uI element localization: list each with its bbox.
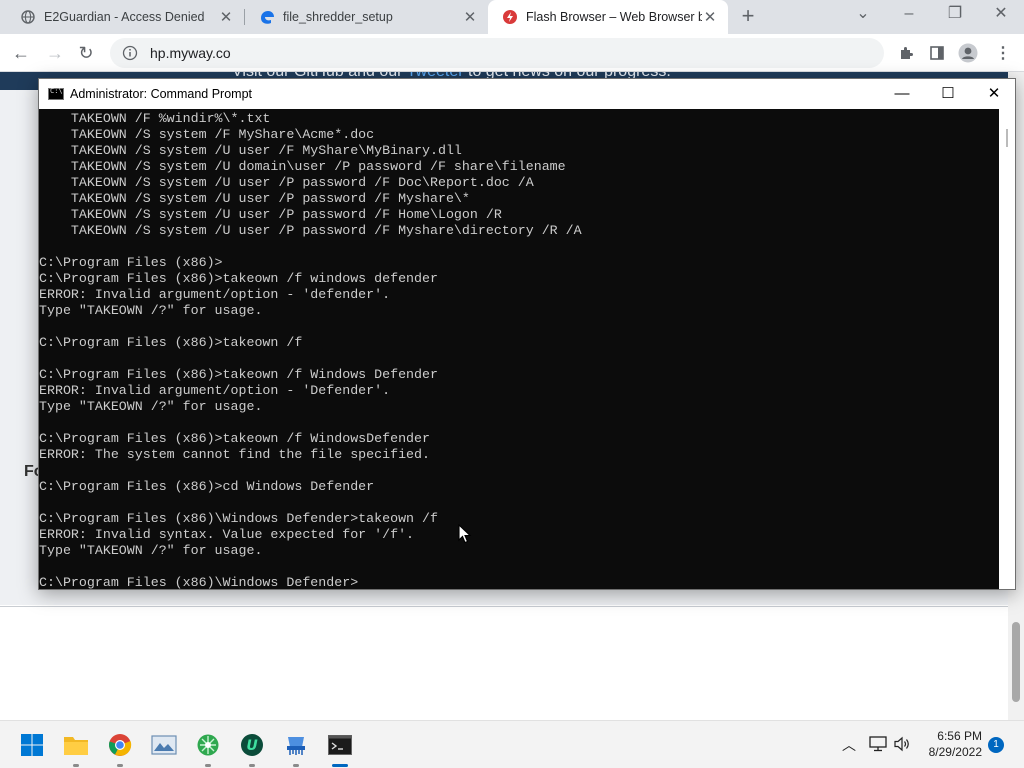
edge-icon bbox=[259, 9, 275, 25]
running-indicator bbox=[249, 764, 255, 767]
u-app-icon[interactable]: U bbox=[238, 731, 266, 767]
console-line: ERROR: Invalid syntax. Value expected fo… bbox=[39, 527, 415, 542]
console-line: ERROR: The system cannot find the file s… bbox=[39, 447, 430, 462]
console-line: C:\Program Files (x86)>takeown /f window… bbox=[39, 271, 438, 286]
volume-icon[interactable] bbox=[893, 736, 911, 755]
show-hidden-icons-chevron-icon[interactable]: ︿ bbox=[842, 735, 856, 755]
console-line: TAKEOWN /S system /U domain\user /P pass… bbox=[39, 159, 566, 174]
network-icon[interactable] bbox=[869, 736, 887, 755]
minimize-icon[interactable]: – bbox=[886, 0, 932, 30]
tab-flash-browser[interactable]: Flash Browser – Web Browser bu ✕ bbox=[488, 0, 728, 34]
console-line: TAKEOWN /S system /U user /P password /F… bbox=[39, 207, 502, 222]
svg-text:U: U bbox=[246, 738, 258, 754]
new-tab-button[interactable]: + bbox=[737, 5, 759, 27]
console-line: TAKEOWN /S system /U user /P password /F… bbox=[39, 191, 470, 206]
console-line: TAKEOWN /S system /U user /F MyShare\MyB… bbox=[39, 143, 462, 158]
network-tool-icon[interactable] bbox=[194, 731, 222, 767]
cmd-maximize-icon[interactable]: ☐ bbox=[925, 79, 971, 109]
cmd-window-title: Administrator: Command Prompt bbox=[70, 87, 253, 101]
browser-toolbar: ← → ↻ hp.myway.co ⋮ bbox=[0, 34, 1024, 72]
console-line: C:\Program Files (x86)>takeown /f bbox=[39, 335, 303, 350]
cmd-close-icon[interactable]: ✕ bbox=[971, 79, 1017, 109]
side-panel-icon[interactable] bbox=[926, 42, 948, 64]
page-scrollbar-thumb[interactable] bbox=[1012, 622, 1020, 702]
page-divider bbox=[0, 606, 1008, 607]
console-line: TAKEOWN /S system /F MyShare\Acme*.doc bbox=[39, 127, 375, 142]
console-line: C:\Program Files (x86)\Windows Defender>… bbox=[39, 511, 438, 526]
browser-menu-icon[interactable]: ⋮ bbox=[992, 42, 1014, 64]
command-prompt-icon bbox=[48, 87, 64, 100]
console-line: C:\Program Files (x86)> bbox=[39, 255, 223, 270]
tab-e2guardian[interactable]: E2Guardian - Access Denied ✕ bbox=[0, 0, 244, 34]
flash-icon bbox=[502, 9, 518, 25]
console-line: Type "TAKEOWN /?" for usage. bbox=[39, 303, 263, 318]
chrome-icon[interactable] bbox=[106, 731, 134, 767]
cmd-minimize-icon[interactable]: — bbox=[879, 79, 925, 109]
console-line: C:\Program Files (x86)\Windows Defender> bbox=[39, 575, 359, 589]
mouse-pointer-icon bbox=[458, 523, 472, 544]
profile-avatar-icon[interactable] bbox=[957, 42, 979, 64]
browser-tab-strip: E2Guardian - Access Denied ✕ file_shredd… bbox=[0, 0, 1024, 34]
console-line: TAKEOWN /F %windir%\*.txt bbox=[39, 111, 271, 126]
running-indicator bbox=[293, 764, 299, 767]
clock-date: 8/29/2022 bbox=[928, 745, 982, 759]
start-icon[interactable] bbox=[18, 731, 46, 759]
console-line: ERROR: Invalid argument/option - 'defend… bbox=[39, 287, 391, 302]
system-clock[interactable]: 6:56 PM 8/29/2022 bbox=[912, 728, 982, 760]
close-tab-icon[interactable]: ✕ bbox=[702, 8, 718, 26]
console-line: C:\Program Files (x86)>takeown /f Window… bbox=[39, 431, 430, 446]
console-line: Type "TAKEOWN /?" for usage. bbox=[39, 543, 263, 558]
tab-label: Flash Browser – Web Browser bu bbox=[526, 10, 702, 24]
taskbar: U ︿ 6:56 PM 8/29/2022 1 bbox=[0, 720, 1024, 768]
close-window-icon[interactable]: ✕ bbox=[978, 0, 1024, 30]
reload-button[interactable]: ↻ bbox=[73, 40, 99, 66]
command-prompt-window[interactable]: Administrator: Command Prompt — ☐ ✕ TAKE… bbox=[38, 78, 1016, 590]
console-scrollbar-thumb[interactable] bbox=[1006, 129, 1008, 147]
restore-icon[interactable]: ❐ bbox=[932, 0, 978, 30]
active-indicator bbox=[332, 764, 348, 767]
photos-icon[interactable] bbox=[150, 731, 178, 759]
running-indicator bbox=[73, 764, 79, 767]
running-indicator bbox=[117, 764, 123, 767]
console-line: TAKEOWN /S system /U user /P password /F… bbox=[39, 175, 534, 190]
url-text: hp.myway.co bbox=[150, 45, 231, 61]
console-line: ERROR: Invalid argument/option - 'Defend… bbox=[39, 383, 391, 398]
console-line: TAKEOWN /S system /U user /P password /F… bbox=[39, 223, 582, 238]
console-line: Type "TAKEOWN /?" for usage. bbox=[39, 399, 263, 414]
file-explorer-icon[interactable] bbox=[62, 731, 90, 767]
tab-label: E2Guardian - Access Denied bbox=[44, 10, 205, 24]
running-indicator bbox=[205, 764, 211, 767]
tab-file-shredder-setup[interactable]: file_shredder_setup ✕ bbox=[245, 0, 488, 34]
close-tab-icon[interactable]: ✕ bbox=[218, 8, 234, 26]
clock-time: 6:56 PM bbox=[937, 729, 982, 743]
console-line: C:\Program Files (x86)>cd Windows Defend… bbox=[39, 479, 375, 494]
console-scrollbar[interactable] bbox=[999, 109, 1015, 589]
tab-label: file_shredder_setup bbox=[283, 10, 393, 24]
back-button[interactable]: ← bbox=[8, 40, 34, 66]
forward-button[interactable]: → bbox=[42, 40, 68, 66]
shredder-icon[interactable] bbox=[282, 731, 310, 767]
extensions-icon[interactable] bbox=[895, 42, 917, 64]
cmd-title-bar[interactable]: Administrator: Command Prompt bbox=[39, 79, 1015, 109]
address-bar[interactable]: hp.myway.co bbox=[110, 38, 884, 68]
console-output[interactable]: TAKEOWN /F %windir%\*.txt TAKEOWN /S sys… bbox=[39, 109, 999, 589]
notification-badge[interactable]: 1 bbox=[988, 737, 1004, 753]
command-prompt-taskbar-icon[interactable] bbox=[326, 731, 354, 767]
tab-search-chevron-icon[interactable]: ⌄ bbox=[840, 0, 886, 30]
close-tab-icon[interactable]: ✕ bbox=[462, 8, 478, 26]
console-line: C:\Program Files (x86)>takeown /f Window… bbox=[39, 367, 438, 382]
site-info-icon[interactable] bbox=[122, 45, 138, 61]
globe-icon bbox=[20, 9, 36, 25]
